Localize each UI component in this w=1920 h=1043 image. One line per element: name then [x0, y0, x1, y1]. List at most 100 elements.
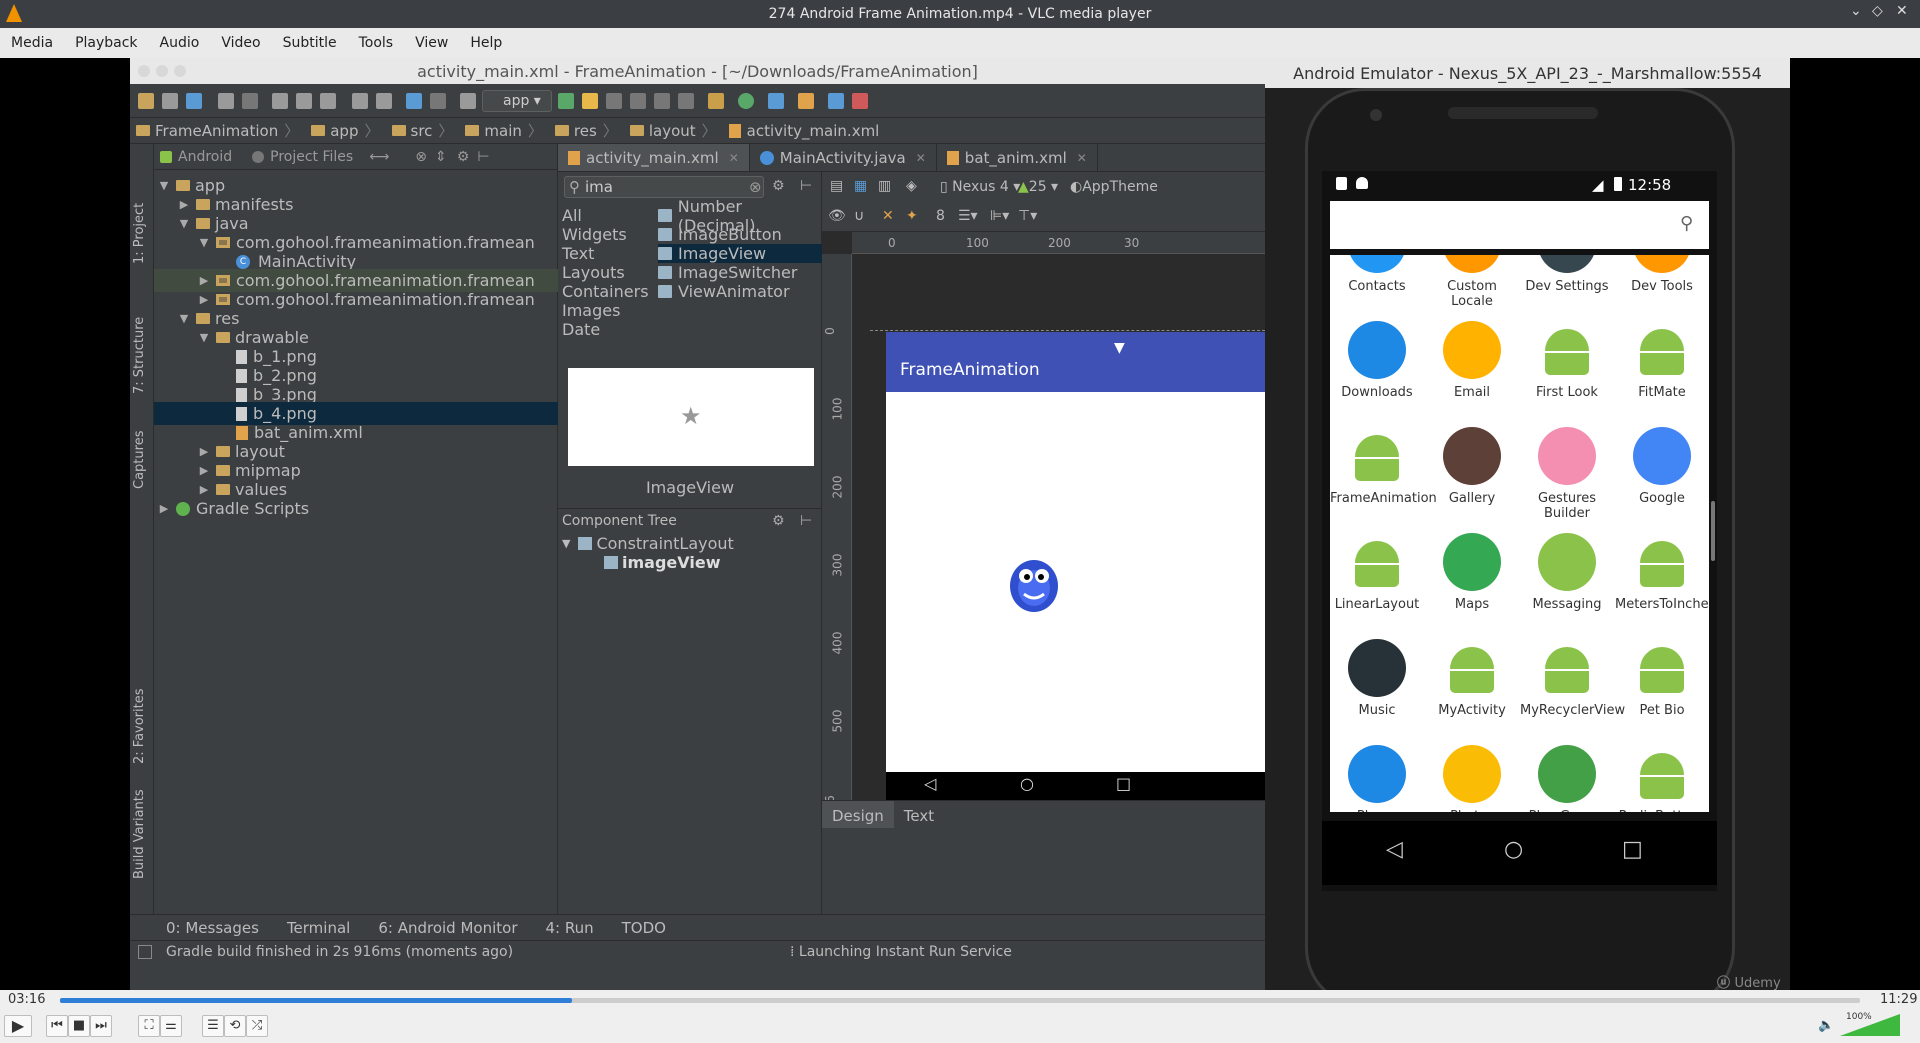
maximize-icon[interactable]: ◇: [1872, 3, 1883, 19]
volume-slider[interactable]: 100%: [1840, 1012, 1900, 1038]
profile-icon[interactable]: [630, 93, 646, 109]
design-tab[interactable]: Text: [894, 801, 944, 828]
bottom-tool-3[interactable]: 4: Run: [546, 919, 594, 937]
stop-icon[interactable]: [678, 93, 694, 109]
collapsed-arrow-icon[interactable]: ▶: [198, 464, 210, 477]
fullscreen-button[interactable]: ⛶: [138, 1015, 160, 1037]
app-icon-dev-tools[interactable]: Dev Tools: [1615, 255, 1709, 323]
pack-icon[interactable]: ☰▾: [958, 208, 978, 224]
app-icon-myactivity[interactable]: MyActivity: [1425, 639, 1519, 747]
seek-bar[interactable]: [60, 998, 1860, 1003]
app-drawer-search[interactable]: ⚲: [1330, 201, 1709, 249]
attach-icon[interactable]: [654, 93, 670, 109]
app-icon-pet-bio[interactable]: Pet Bio: [1615, 639, 1709, 747]
app-icon-email[interactable]: Email: [1425, 321, 1519, 429]
run-config-dropdown[interactable]: app ▾: [482, 90, 552, 112]
breadcrumb-item[interactable]: app 〉: [305, 120, 385, 141]
app-icon-fitmate[interactable]: FitMate: [1615, 321, 1709, 429]
ct-gear-icon[interactable]: ⚙: [772, 513, 785, 529]
menu-subtitle[interactable]: Subtitle: [272, 35, 348, 51]
app-icon-photos[interactable]: Photos: [1425, 745, 1519, 812]
play-button[interactable]: ▶: [4, 1015, 32, 1037]
palette-category[interactable]: Date: [562, 320, 600, 339]
project-view-android[interactable]: Android: [178, 149, 232, 165]
side-tab-1[interactable]: 7: Structure: [132, 317, 147, 394]
app-icon-play-games[interactable]: Play Games: [1520, 745, 1614, 812]
menu-media[interactable]: Media: [0, 35, 64, 51]
magnet-icon[interactable]: ∪: [854, 208, 864, 224]
collapse-icon[interactable]: ⟷: [369, 149, 389, 165]
menu-view[interactable]: View: [404, 35, 459, 51]
menu-help[interactable]: Help: [459, 35, 513, 51]
menu-tools[interactable]: Tools: [348, 35, 405, 51]
playlist-button[interactable]: ☰: [202, 1015, 224, 1037]
palette-category[interactable]: Containers: [562, 282, 649, 301]
breadcrumb-item[interactable]: res 〉: [549, 120, 624, 141]
open-icon[interactable]: [138, 93, 154, 109]
app-icon-radiobuttons[interactable]: RadioButtons: [1615, 745, 1709, 812]
menu-playback[interactable]: Playback: [64, 35, 148, 51]
clear-constraints-icon[interactable]: ✕: [882, 208, 894, 224]
app-icon-frameanimation[interactable]: FrameAnimation: [1330, 427, 1437, 535]
save-icon[interactable]: [162, 93, 178, 109]
show-icon[interactable]: 👁: [828, 208, 846, 224]
layout-icon[interactable]: ▤: [830, 178, 843, 194]
app-icon-downloads[interactable]: Downloads: [1330, 321, 1424, 429]
ct-root-row[interactable]: ▼ ConstraintLayout: [562, 534, 734, 553]
theme-dropdown[interactable]: ◐AppTheme: [1070, 179, 1158, 195]
palette-item[interactable]: Number (Decimal): [658, 197, 822, 235]
api-dropdown[interactable]: ▲25 ▾: [1018, 179, 1058, 195]
next-button[interactable]: ⏭: [90, 1015, 112, 1037]
speaker-icon[interactable]: 🔈: [1818, 1018, 1834, 1033]
editor-tab[interactable]: activity_main.xml ✕: [558, 144, 750, 171]
app-icon-first-look[interactable]: First Look: [1520, 321, 1614, 429]
app-icon-messaging[interactable]: Messaging: [1520, 533, 1614, 641]
bat-sprite-icon[interactable]: [1006, 554, 1062, 614]
clear-icon[interactable]: ⊗: [749, 177, 762, 197]
sync-icon[interactable]: [186, 93, 202, 109]
undo-icon[interactable]: [218, 93, 234, 109]
device-dropdown[interactable]: ▯ Nexus 4 ▾: [940, 179, 1020, 195]
breadcrumb-item[interactable]: layout 〉: [624, 120, 723, 141]
project-view-files[interactable]: Project Files: [270, 149, 353, 165]
editor-tab[interactable]: bat_anim.xml ✕: [937, 144, 1098, 171]
palette-search-input[interactable]: ⚲ ima ⊗: [564, 176, 764, 198]
android-home-icon[interactable]: ○: [1504, 837, 1523, 862]
side-tab-4[interactable]: Build Variants: [132, 789, 147, 879]
breadcrumb-item[interactable]: activity_main.xml: [723, 122, 886, 140]
tab-close-icon[interactable]: ✕: [1077, 151, 1087, 165]
breadcrumb-item[interactable]: main 〉: [459, 120, 549, 141]
breadcrumb-item[interactable]: FrameAnimation 〉: [130, 120, 305, 141]
stop-button[interactable]: ■: [68, 1015, 90, 1037]
editor-tab[interactable]: MainActivity.java ✕: [750, 144, 937, 171]
previous-button[interactable]: ⏮: [46, 1015, 68, 1037]
app-icon-myrecyclerview[interactable]: MyRecyclerView: [1520, 639, 1625, 747]
target-icon[interactable]: ⊗: [415, 149, 427, 165]
design-tab[interactable]: Design: [822, 801, 894, 828]
redo-icon[interactable]: [242, 93, 258, 109]
cut-icon[interactable]: [272, 93, 288, 109]
palette-category[interactable]: Widgets: [562, 225, 627, 244]
collapsed-arrow-icon[interactable]: ▶: [198, 293, 210, 306]
app-icon-linearlayout[interactable]: LinearLayout: [1330, 533, 1424, 641]
palette-category[interactable]: Layouts: [562, 263, 625, 282]
app-icon-phone[interactable]: Phone: [1330, 745, 1424, 812]
infer-constraints-icon[interactable]: ✦: [906, 208, 918, 224]
avd-manager-icon[interactable]: [708, 93, 724, 109]
palette-item[interactable]: ImageButton: [658, 225, 822, 244]
video-area[interactable]: activity_main.xml - FrameAnimation - [~/…: [0, 58, 1920, 990]
status-toggle-icon[interactable]: [138, 945, 152, 959]
app-icon-contacts[interactable]: Contacts: [1330, 255, 1424, 323]
find-icon[interactable]: [352, 93, 368, 109]
expanded-arrow-icon[interactable]: ▼: [198, 236, 210, 249]
sdk-manager-icon[interactable]: [798, 93, 814, 109]
debug-icon[interactable]: [606, 93, 622, 109]
collapsed-arrow-icon[interactable]: ▶: [198, 274, 210, 287]
help-icon[interactable]: [828, 93, 844, 109]
android-screen[interactable]: ◢ 12:58 ⚲ Contacts Custom Locale Dev Setti…: [1322, 171, 1717, 891]
app-icon-custom-locale[interactable]: Custom Locale: [1425, 255, 1519, 323]
settings-gear-icon[interactable]: ⚙: [457, 149, 470, 165]
monitor-icon[interactable]: [852, 93, 868, 109]
paste-icon[interactable]: [320, 93, 336, 109]
palette-item[interactable]: ImageSwitcher: [658, 263, 822, 282]
